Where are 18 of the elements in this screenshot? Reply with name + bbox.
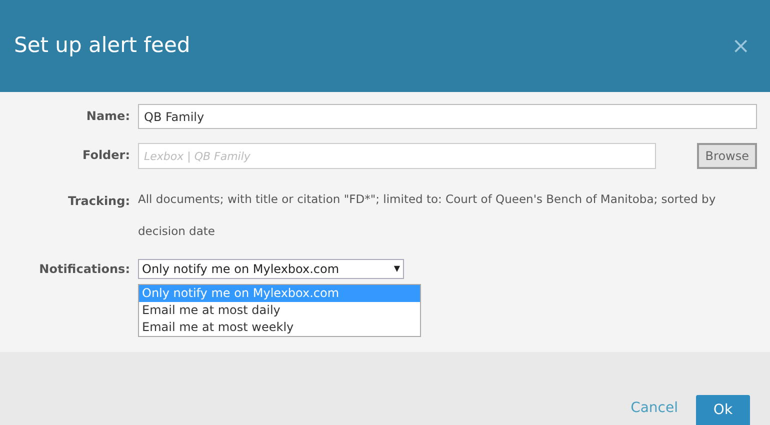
browse-button[interactable]: Browse [697,143,757,169]
field-label: Folder: [81,147,131,164]
field-label: Notifications: [38,261,131,278]
folder-field[interactable]: Lexbox | QB Family [138,143,656,169]
tracking-text: All documents; with title or citation "FD*"; limited to: Court of Queen's Bench of Manitoba; sorted by decision date [138,191,717,240]
dropdown-option[interactable]: Only notify me on Mylexbox.com [139,285,420,302]
cancel-button[interactable]: Cancel [630,398,678,419]
close-button[interactable]: × [732,30,750,62]
dropdown-arrow: ▼ [394,263,400,275]
name-field[interactable]: QB Family [138,104,757,129]
dropdown-option[interactable]: Email me at most daily [139,302,420,319]
field-label: Name: [85,108,131,125]
dropdown-option[interactable]: Email me at most weekly [139,319,420,336]
ok-button[interactable]: Ok [696,395,750,425]
field-label: Tracking: [66,193,131,210]
notification-select[interactable]: Only notify me on Mylexbox.com ▼ [138,259,404,279]
select-value: Only notify me on Mylexbox.com [142,261,340,278]
dialog-title: Set up alert feed [14,32,190,60]
